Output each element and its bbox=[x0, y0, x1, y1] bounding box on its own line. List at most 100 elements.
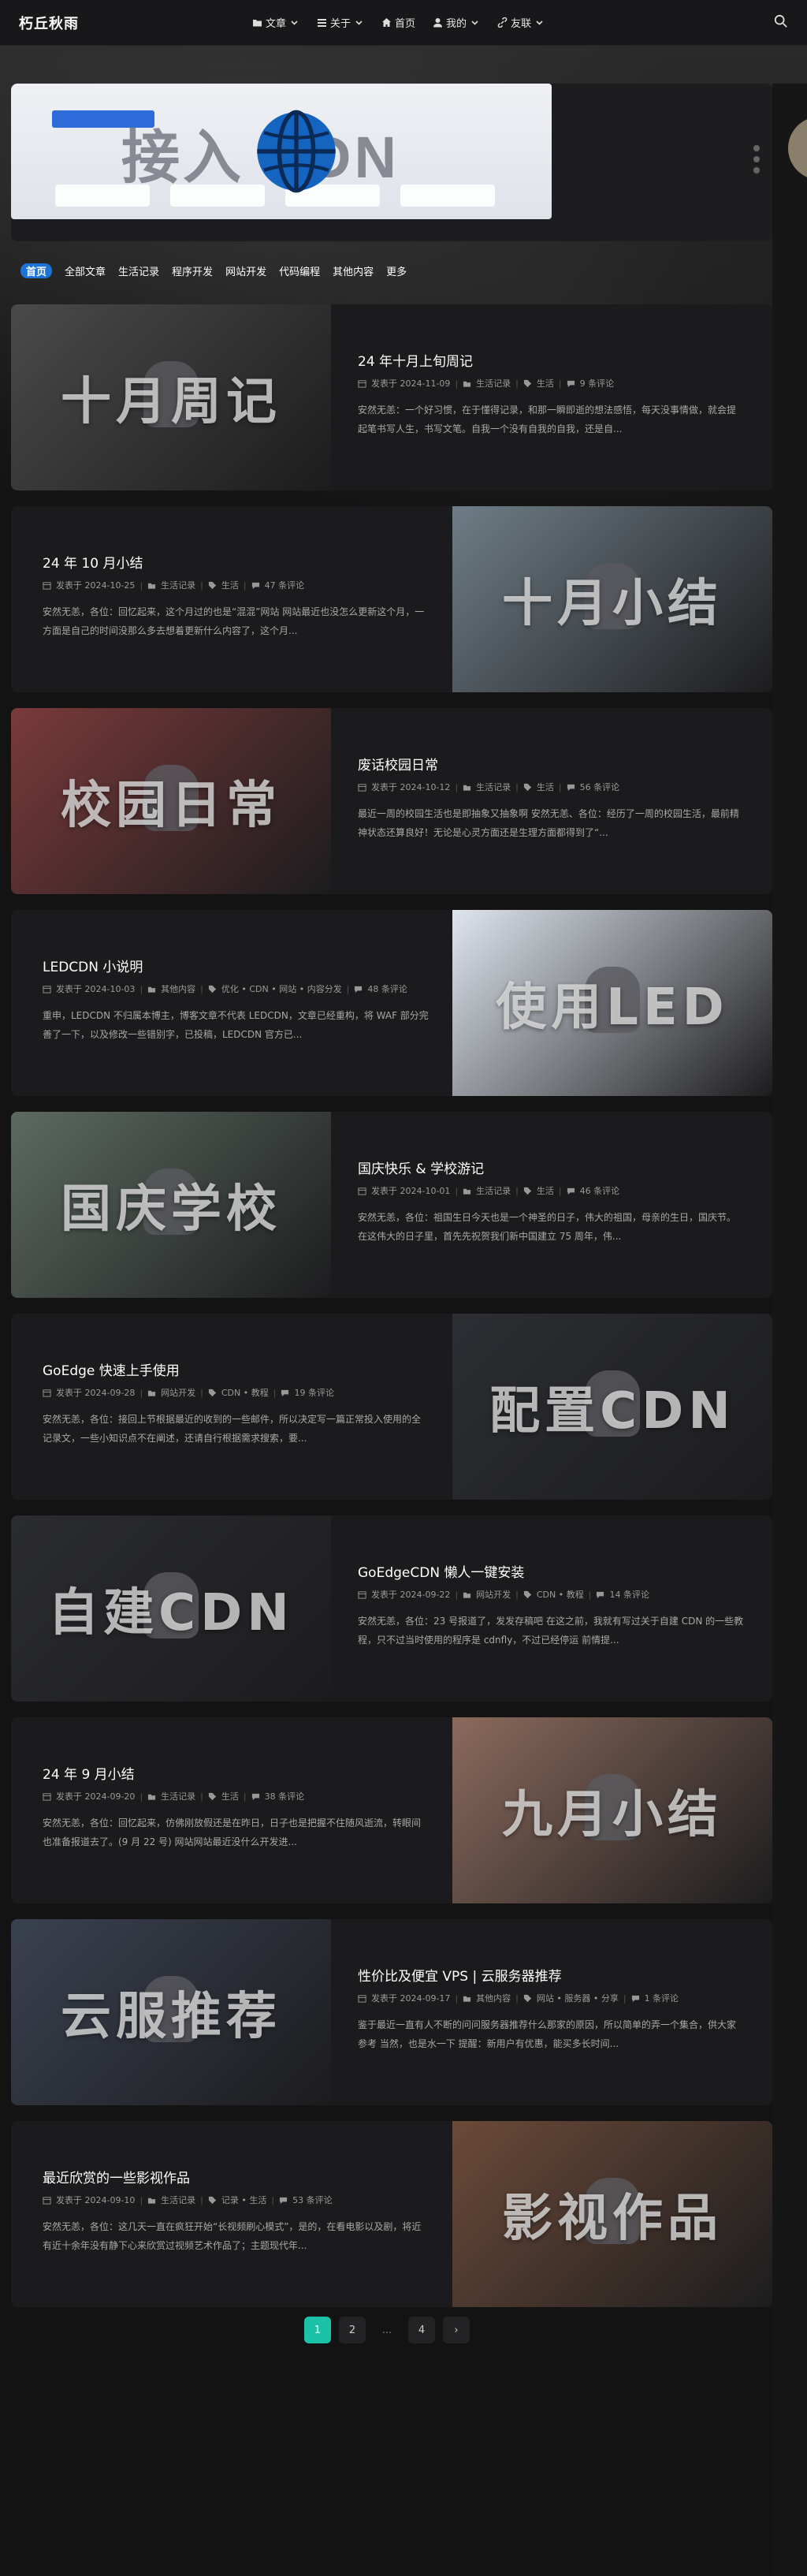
nav-item-4[interactable]: 友联 bbox=[497, 15, 545, 30]
tab-0[interactable]: 首页 bbox=[20, 263, 53, 278]
tag-icon bbox=[208, 581, 216, 589]
post-meta: 发表于 2024-10-25 | 生活记录 | 生活 | 47 条评论 bbox=[43, 579, 304, 591]
post-tags[interactable]: 记录 • 生活 bbox=[221, 2194, 266, 2206]
post-title[interactable]: 性价比及便宜 VPS | 云服务器推荐 bbox=[358, 1965, 562, 1985]
tab-7[interactable]: 更多 bbox=[386, 263, 407, 278]
page-button[interactable]: 1 bbox=[304, 2317, 331, 2343]
post-category[interactable]: 网站开发 bbox=[161, 1386, 195, 1399]
post-title[interactable]: GoEdgeCDN 懒人一键安装 bbox=[358, 1561, 524, 1581]
calendar-icon bbox=[358, 1590, 366, 1599]
next-page-button[interactable]: › bbox=[443, 2317, 470, 2343]
globe-icon bbox=[257, 110, 336, 193]
post-category[interactable]: 生活记录 bbox=[476, 1184, 511, 1197]
post-title[interactable]: 最近欣赏的一些影视作品 bbox=[43, 2167, 190, 2186]
post-category[interactable]: 其他内容 bbox=[161, 982, 195, 995]
post-thumbnail[interactable]: 云服推荐 bbox=[11, 1919, 331, 2105]
post-thumbnail[interactable]: 影视作品 bbox=[452, 2121, 772, 2307]
folder-icon bbox=[148, 986, 156, 993]
post-title[interactable]: LEDCDN 小说明 bbox=[43, 956, 143, 975]
post-comments[interactable]: 48 条评论 bbox=[367, 982, 407, 995]
post-thumbnail[interactable]: 十月小结 bbox=[452, 506, 772, 692]
post-body: GoEdge 快速上手使用发表于 2024-09-28 | 网站开发 | CDN • 教… bbox=[43, 1314, 452, 1500]
post-comments[interactable]: 38 条评论 bbox=[265, 1790, 305, 1802]
post-card[interactable]: 影视作品 最近欣赏的一些影视作品 发表于 2024-09-10 | 生活记录 | 记录 • … bbox=[11, 2121, 772, 2307]
post-tags[interactable]: 生活 bbox=[537, 1184, 554, 1197]
post-card[interactable]: 云服推荐 性价比及便宜 VPS | 云服务器推荐 发表于 2024-09-17 | 其他… bbox=[11, 1919, 772, 2105]
post-title[interactable]: 24 年 10 月小结 bbox=[43, 552, 143, 572]
post-comments[interactable]: 56 条评论 bbox=[580, 781, 620, 793]
hero-banner[interactable]: 接入 CDN bbox=[11, 84, 772, 241]
post-card[interactable]: 使用LED LEDCDN 小说明 发表于 2024-10-03 | 其他内容 | 优化 • … bbox=[11, 910, 772, 1096]
post-thumbnail[interactable]: 校园日常 bbox=[11, 708, 331, 894]
post-excerpt: 安然无恙，各位：回忆起来，这个月过的也是“混混”网站 网站最近也没怎么更新这个月… bbox=[43, 606, 425, 636]
post-tags[interactable]: 生活 bbox=[537, 781, 554, 793]
post-tags[interactable]: 优化 • CDN • 网站 • 内容分发 bbox=[221, 982, 342, 995]
post-category[interactable]: 网站开发 bbox=[476, 1588, 511, 1601]
post-thumbnail[interactable]: 十月周记 bbox=[11, 304, 331, 490]
post-comments[interactable]: 47 条评论 bbox=[265, 579, 305, 591]
post-thumbnail[interactable]: 配置CDN bbox=[452, 1314, 772, 1500]
post-tags[interactable]: 网站 • 服务器 • 分享 bbox=[537, 1992, 619, 2004]
post-thumbnail[interactable]: 使用LED bbox=[452, 910, 772, 1096]
post-thumbnail[interactable]: 国庆学校 bbox=[11, 1112, 331, 1298]
post-comments[interactable]: 1 条评论 bbox=[645, 1992, 679, 2004]
nav-item-2[interactable]: 首页 bbox=[381, 15, 415, 30]
post-category[interactable]: 其他内容 bbox=[476, 1992, 511, 2004]
tab-4[interactable]: 网站开发 bbox=[225, 263, 266, 278]
post-tags[interactable]: CDN • 教程 bbox=[221, 1386, 269, 1399]
post-card[interactable]: 十月小结 24 年 10 月小结发表于 2024-10-25 | 生活记录 | 生活 | 47… bbox=[11, 506, 772, 692]
calendar-icon bbox=[43, 1792, 51, 1801]
post-thumbnail[interactable]: 九月小结 bbox=[452, 1717, 772, 1903]
post-comments[interactable]: 14 条评论 bbox=[609, 1588, 649, 1601]
post-tags[interactable]: 生活 bbox=[221, 1790, 239, 1802]
search-icon[interactable] bbox=[774, 14, 788, 28]
comment-icon bbox=[251, 1793, 259, 1800]
post-card[interactable]: 自建CDN GoEdgeCDN 懒人一键安装 发表于 2024-09-22 | 网站开发… bbox=[11, 1515, 772, 1702]
post-title[interactable]: 废话校园日常 bbox=[358, 754, 438, 774]
calendar-icon bbox=[43, 1389, 51, 1397]
post-category[interactable]: 生活记录 bbox=[476, 377, 511, 390]
calendar-icon bbox=[358, 1187, 366, 1195]
page-button[interactable]: 4 bbox=[408, 2317, 435, 2343]
page-button[interactable]: 2 bbox=[339, 2317, 366, 2343]
post-comments[interactable]: 9 条评论 bbox=[580, 377, 615, 390]
tag-icon bbox=[523, 1187, 531, 1195]
tab-3[interactable]: 程序开发 bbox=[172, 263, 213, 278]
tab-6[interactable]: 其他内容 bbox=[333, 263, 374, 278]
post-card[interactable]: 十月周记 24 年十月上旬周记 发表于 2024-11-09 | 生活记录 | 生活 | 9 条… bbox=[11, 304, 772, 490]
post-card[interactable]: 配置CDN GoEdge 快速上手使用 发表于 2024-09-28 | 网站开发 | CD… bbox=[11, 1314, 772, 1500]
post-tags[interactable]: CDN • 教程 bbox=[537, 1588, 584, 1601]
post-tags[interactable]: 生活 bbox=[537, 377, 554, 390]
tab-5[interactable]: 代码编程 bbox=[279, 263, 320, 278]
post-thumbnail[interactable]: 自建CDN bbox=[11, 1515, 331, 1702]
post-date: 发表于 2024-11-09 bbox=[371, 378, 451, 389]
post-category[interactable]: 生活记录 bbox=[161, 1790, 195, 1802]
post-meta: 发表于 2024-09-28 | 网站开发 | CDN • 教程 | 19 条评论 bbox=[43, 1386, 334, 1399]
post-comments[interactable]: 46 条评论 bbox=[580, 1184, 620, 1197]
banner-dots[interactable] bbox=[753, 145, 760, 173]
tab-2[interactable]: 生活记录 bbox=[118, 263, 159, 278]
nav-item-0[interactable]: 文章 bbox=[252, 15, 299, 30]
post-title[interactable]: 国庆快乐 & 学校游记 bbox=[358, 1158, 484, 1177]
post-tags[interactable]: 生活 bbox=[221, 579, 239, 591]
post-comments[interactable]: 53 条评论 bbox=[292, 2194, 333, 2206]
post-card[interactable]: 九月小结 24 年 9 月小结 发表于 2024-09-20 | 生活记录 | 生活 | 38 … bbox=[11, 1717, 772, 1903]
site-logo[interactable]: 朽丘秋雨 bbox=[19, 13, 79, 33]
nav-item-1[interactable]: 关于 bbox=[317, 15, 364, 30]
tab-1[interactable]: 全部文章 bbox=[65, 263, 106, 278]
post-card[interactable]: 校园日常 废话校园日常 发表于 2024-10-12 | 生活记录 | 生活 | 56 条评论最… bbox=[11, 708, 772, 894]
post-card[interactable]: 国庆学校 国庆快乐 & 学校游记 发表于 2024-10-01 | 生活记录 | 生活 | 46… bbox=[11, 1112, 772, 1298]
post-category[interactable]: 生活记录 bbox=[161, 2194, 195, 2206]
post-category[interactable]: 生活记录 bbox=[161, 579, 195, 591]
post-title[interactable]: 24 年十月上旬周记 bbox=[358, 350, 473, 370]
nav-item-3[interactable]: 我的 bbox=[433, 15, 480, 30]
thumbnail-text: 国庆学校 bbox=[61, 1180, 281, 1239]
post-category[interactable]: 生活记录 bbox=[476, 781, 511, 793]
post-date: 发表于 2024-09-28 bbox=[56, 1388, 136, 1398]
link-icon bbox=[497, 17, 508, 28]
post-title[interactable]: GoEdge 快速上手使用 bbox=[43, 1359, 180, 1379]
post-title[interactable]: 24 年 9 月小结 bbox=[43, 1763, 135, 1783]
post-comments[interactable]: 19 条评论 bbox=[294, 1386, 334, 1399]
post-date: 发表于 2024-09-17 bbox=[371, 1993, 451, 2004]
thumbnail-text: 九月小结 bbox=[502, 1786, 723, 1844]
